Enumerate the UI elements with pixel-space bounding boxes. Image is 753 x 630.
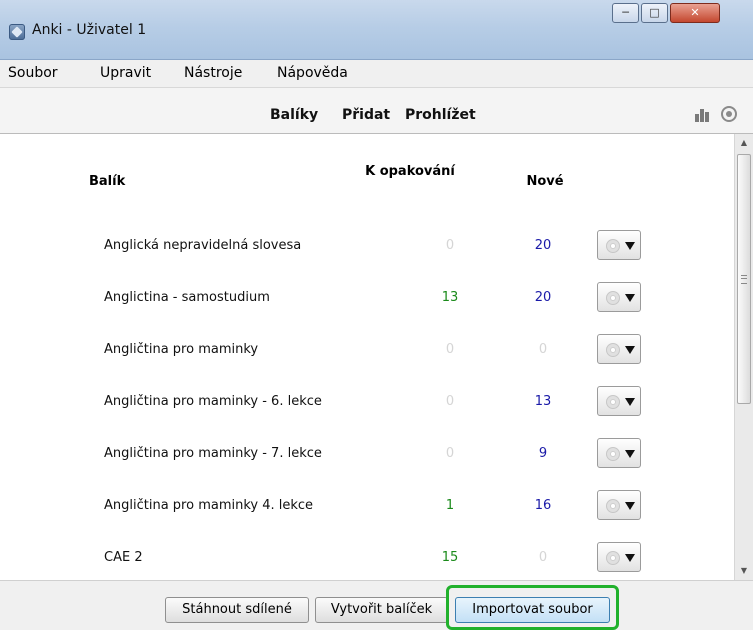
deck-row[interactable]: Angličtina pro maminky 4. lekce 1 16	[0, 486, 734, 526]
dropdown-arrow-icon	[625, 554, 635, 562]
due-count: 13	[441, 290, 459, 305]
deck-name[interactable]: CAE 2	[104, 550, 143, 565]
deck-name[interactable]: Anglictina - samostudium	[104, 290, 270, 305]
dropdown-arrow-icon	[625, 346, 635, 354]
anki-app-icon	[9, 24, 25, 40]
deck-name[interactable]: Angličtina pro maminky - 6. lekce	[104, 394, 322, 409]
bottom-bar: Stáhnout sdílené Vytvořit balíček Import…	[0, 580, 753, 630]
new-count: 13	[534, 394, 552, 409]
gear-icon	[606, 239, 620, 253]
create-deck-button[interactable]: Vytvořit balíček	[315, 597, 448, 623]
window-title: Anki - Uživatel 1	[32, 22, 147, 38]
import-file-button[interactable]: Importovat soubor	[455, 597, 610, 623]
toolbar-add-link[interactable]: Přidat	[342, 107, 390, 123]
header-due: K opakování	[365, 164, 455, 179]
deck-row[interactable]: Anglictina - samostudium 13 20	[0, 278, 734, 318]
new-count: 20	[534, 238, 552, 253]
deck-options-button[interactable]	[597, 282, 641, 312]
header-deck: Balík	[89, 174, 126, 189]
dropdown-arrow-icon	[625, 242, 635, 250]
new-count: 0	[538, 342, 548, 357]
deck-options-button[interactable]	[597, 334, 641, 364]
deck-options-button[interactable]	[597, 386, 641, 416]
menu-upravit[interactable]: Upravit	[100, 65, 151, 81]
deck-name[interactable]: Angličtina pro maminky - 7. lekce	[104, 446, 322, 461]
deck-row[interactable]: Angličtina pro maminky 0 0	[0, 330, 734, 370]
minimize-button[interactable]: ─	[612, 3, 639, 23]
deck-row[interactable]: Anglická nepravidelná slovesa 0 20	[0, 226, 734, 266]
scrollbar-thumb[interactable]	[737, 154, 751, 404]
deck-list: Balík K opakování Nové Anglická nepravid…	[0, 134, 734, 580]
menu-napoveda[interactable]: Nápověda	[277, 65, 348, 81]
scroll-down-arrow-icon[interactable]: ▼	[735, 562, 753, 580]
due-count: 0	[445, 394, 455, 409]
deck-row[interactable]: CAE 2 15 0	[0, 538, 734, 578]
gear-icon	[606, 447, 620, 461]
close-button[interactable]: ✕	[670, 3, 720, 23]
deck-options-button[interactable]	[597, 490, 641, 520]
sync-icon[interactable]	[721, 106, 737, 122]
dropdown-arrow-icon	[625, 398, 635, 406]
download-shared-button[interactable]: Stáhnout sdílené	[165, 597, 309, 623]
deck-options-button[interactable]	[597, 542, 641, 572]
gear-icon	[606, 291, 620, 305]
deck-options-button[interactable]	[597, 438, 641, 468]
deck-name[interactable]: Angličtina pro maminky 4. lekce	[104, 498, 313, 513]
deck-options-button[interactable]	[597, 230, 641, 260]
due-count: 1	[445, 498, 455, 513]
deck-name[interactable]: Anglická nepravidelná slovesa	[104, 238, 301, 253]
new-count: 9	[538, 446, 548, 461]
new-count: 20	[534, 290, 552, 305]
dropdown-arrow-icon	[625, 450, 635, 458]
dropdown-arrow-icon	[625, 294, 635, 302]
new-count: 16	[534, 498, 552, 513]
header-new: Nové	[526, 174, 564, 189]
gear-icon	[606, 499, 620, 513]
menu-nastroje[interactable]: Nástroje	[184, 65, 242, 81]
new-count: 0	[538, 550, 548, 565]
dropdown-arrow-icon	[625, 502, 635, 510]
toolbar-decks-link[interactable]: Balíky	[270, 107, 318, 123]
title-bar: Anki - Uživatel 1 ─ □ ✕	[0, 0, 753, 60]
due-count: 0	[445, 238, 455, 253]
toolbar-browse-link[interactable]: Prohlížet	[405, 107, 476, 123]
due-count: 0	[445, 342, 455, 357]
menu-soubor[interactable]: Soubor	[8, 65, 58, 81]
vertical-scrollbar[interactable]: ▲ ▼	[734, 134, 753, 580]
gear-icon	[606, 395, 620, 409]
gear-icon	[606, 343, 620, 357]
gear-icon	[606, 551, 620, 565]
maximize-button[interactable]: □	[641, 3, 668, 23]
due-count: 15	[441, 550, 459, 565]
due-count: 0	[445, 446, 455, 461]
main-toolbar: Balíky Přidat Prohlížet	[0, 88, 753, 134]
menu-bar: Soubor Upravit Nástroje Nápověda	[0, 60, 753, 88]
scroll-up-arrow-icon[interactable]: ▲	[735, 134, 753, 152]
deck-row[interactable]: Angličtina pro maminky - 6. lekce 0 13	[0, 382, 734, 422]
deck-row[interactable]: Angličtina pro maminky - 7. lekce 0 9	[0, 434, 734, 474]
deck-name[interactable]: Angličtina pro maminky	[104, 342, 258, 357]
stats-icon[interactable]	[695, 108, 711, 122]
grip-icon	[741, 275, 747, 284]
